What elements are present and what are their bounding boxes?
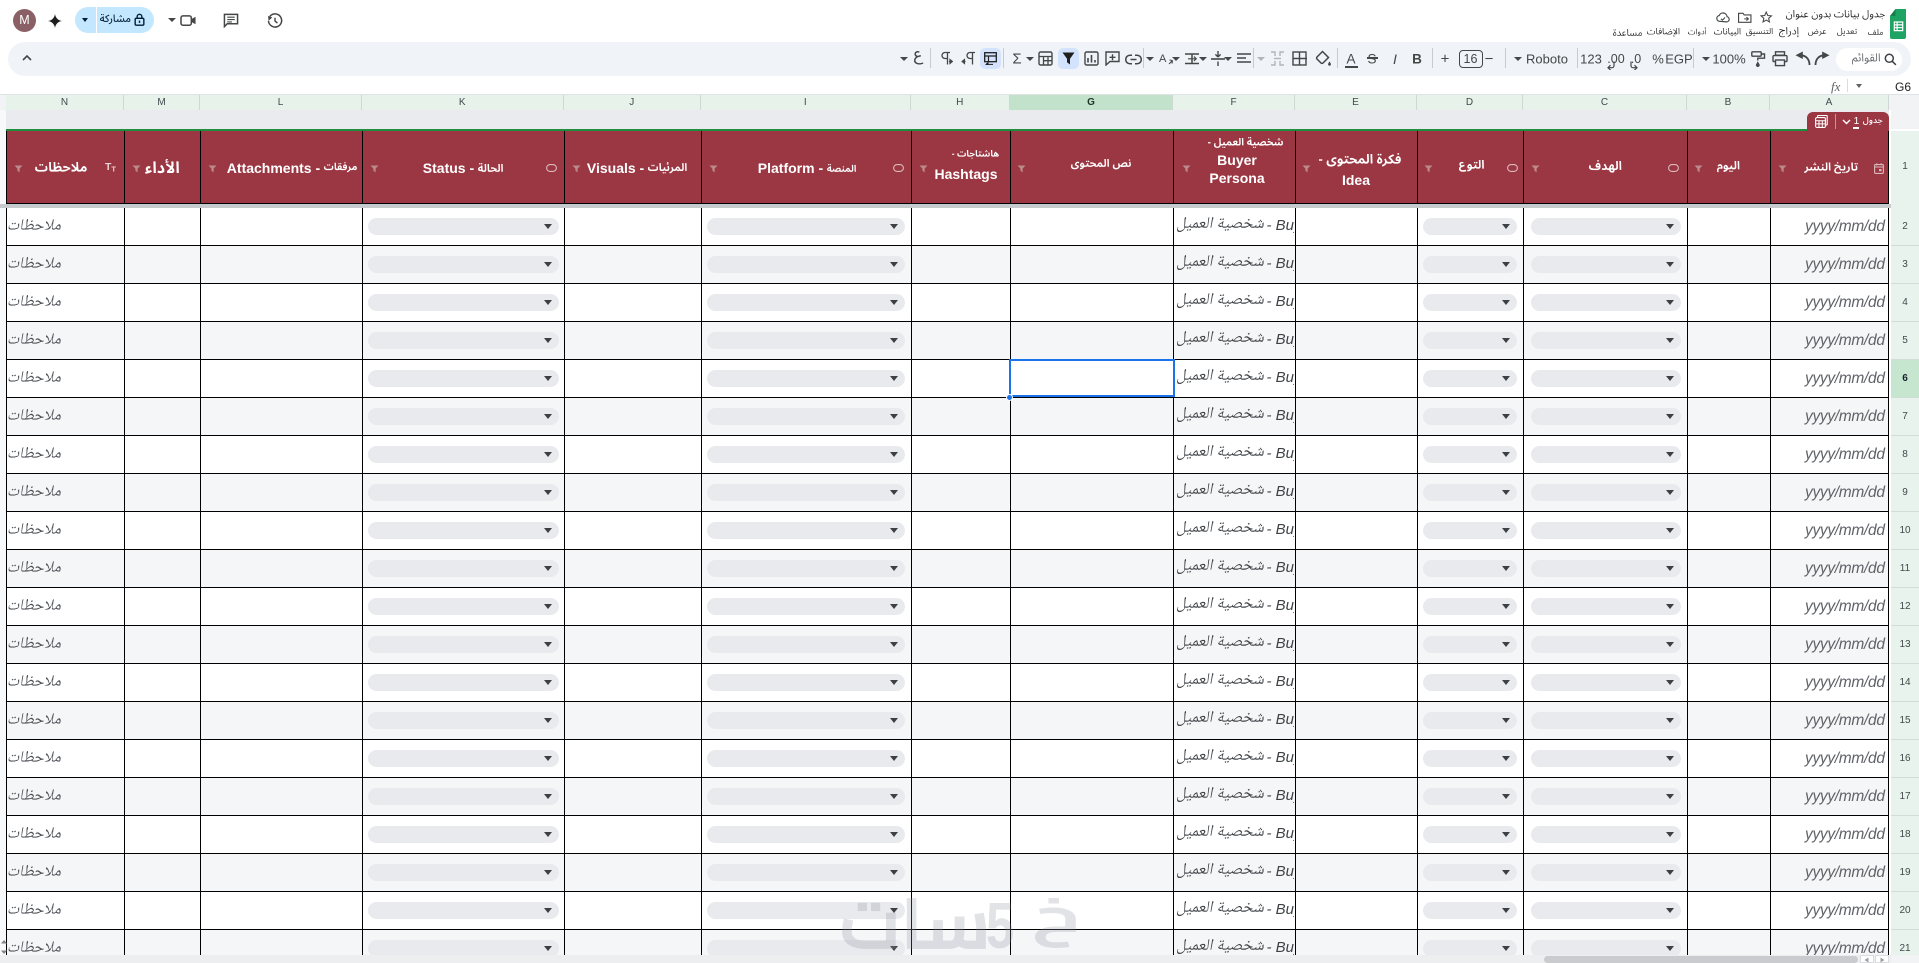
svg-text:A: A [1159,53,1167,65]
